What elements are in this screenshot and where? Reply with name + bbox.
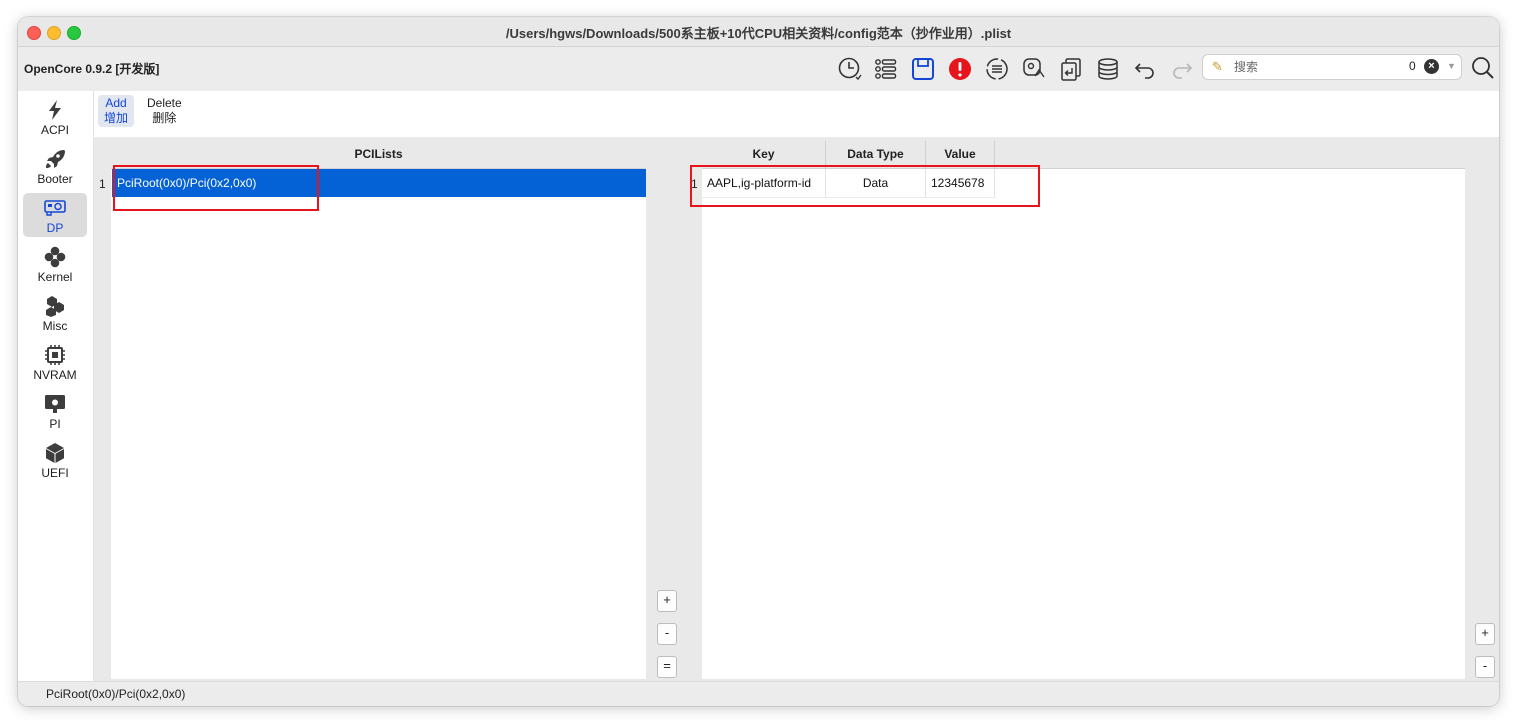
clock-icon[interactable] — [835, 54, 865, 84]
sidebar: ACPI Booter DP Kernel Misc NVRAM PI UEFI — [18, 91, 94, 681]
rocket-icon — [46, 150, 65, 168]
sidebar-item-acpi[interactable]: ACPI — [23, 95, 87, 139]
search-field[interactable]: ✎ 0 × ▼ — [1202, 54, 1462, 80]
sidebar-item-pi[interactable]: PI — [23, 389, 87, 433]
gpu-card-icon — [44, 200, 66, 216]
sidebar-item-misc[interactable]: Misc — [23, 291, 87, 335]
app-window: /Users/hgws/Downloads/500系主板+10代CPU相关资料/… — [18, 17, 1499, 706]
row-number: 1 — [99, 177, 106, 191]
tab-bar: Add 增加 Delete 删除 — [94, 91, 1499, 137]
value-column-header[interactable]: Value — [926, 141, 995, 168]
search-result-count: 0 — [1409, 59, 1416, 73]
sidebar-item-kernel[interactable]: Kernel — [23, 242, 87, 286]
kernel-icon — [44, 246, 66, 268]
search-dropdown-icon[interactable]: ▼ — [1447, 61, 1456, 71]
list-icon[interactable] — [871, 54, 901, 84]
sidebar-item-dp[interactable]: DP — [23, 193, 87, 237]
app-title: OpenCore 0.9.2 [开发版] — [24, 62, 160, 76]
hexagons-icon — [46, 296, 64, 317]
database-icon[interactable] — [1093, 54, 1123, 84]
pci-list-table: PCILists — [111, 141, 646, 679]
add-row-button[interactable]: + — [657, 590, 677, 612]
tab-add[interactable]: Add 增加 — [98, 95, 135, 127]
highlight-box — [113, 165, 319, 211]
highlight-box — [690, 165, 1040, 207]
add-property-button[interactable]: + — [1475, 623, 1495, 645]
properties-table: Key Data Type Value — [702, 141, 1465, 679]
remove-property-button[interactable]: - — [1475, 656, 1495, 678]
error-icon[interactable] — [945, 54, 975, 84]
sidebar-item-nvram[interactable]: NVRAM — [23, 340, 87, 384]
bolt-icon — [49, 100, 61, 120]
title-bar: /Users/hgws/Downloads/500系主板+10代CPU相关资料/… — [18, 17, 1499, 47]
clear-search-icon[interactable]: × — [1424, 59, 1439, 74]
generate-icon[interactable] — [1019, 54, 1049, 84]
sidebar-item-uefi[interactable]: UEFI — [23, 438, 87, 482]
tab-delete[interactable]: Delete 删除 — [141, 95, 188, 127]
type-column-header[interactable]: Data Type — [826, 141, 926, 168]
search-input[interactable] — [1232, 57, 1406, 77]
pci-list-column-header[interactable]: PCILists — [111, 141, 646, 168]
import-icon[interactable] — [1056, 54, 1086, 84]
redo-icon[interactable] — [1167, 54, 1197, 84]
monitor-apple-icon — [45, 395, 65, 413]
window-title: /Users/hgws/Downloads/500系主板+10代CPU相关资料/… — [505, 26, 1012, 41]
remove-row-button[interactable]: - — [657, 623, 677, 645]
chip-icon — [45, 345, 65, 365]
key-column-header[interactable]: Key — [702, 141, 826, 168]
broom-icon: ✎ — [1212, 59, 1223, 74]
status-bar: PciRoot(0x0)/Pci(0x2,0x0) — [18, 681, 1499, 706]
toolbar: OpenCore 0.9.2 [开发版] ✎ 搜索 0 × ▼ — [18, 47, 1499, 91]
duplicate-row-button[interactable]: = — [657, 656, 677, 678]
status-text: PciRoot(0x0)/Pci(0x2,0x0) — [46, 687, 186, 701]
sidebar-item-booter[interactable]: Booter — [23, 144, 87, 188]
save-icon[interactable] — [908, 54, 938, 84]
cube-icon — [46, 443, 64, 463]
undo-icon[interactable] — [1130, 54, 1160, 84]
search-icon[interactable] — [1468, 53, 1498, 83]
compare-icon[interactable] — [982, 54, 1012, 84]
